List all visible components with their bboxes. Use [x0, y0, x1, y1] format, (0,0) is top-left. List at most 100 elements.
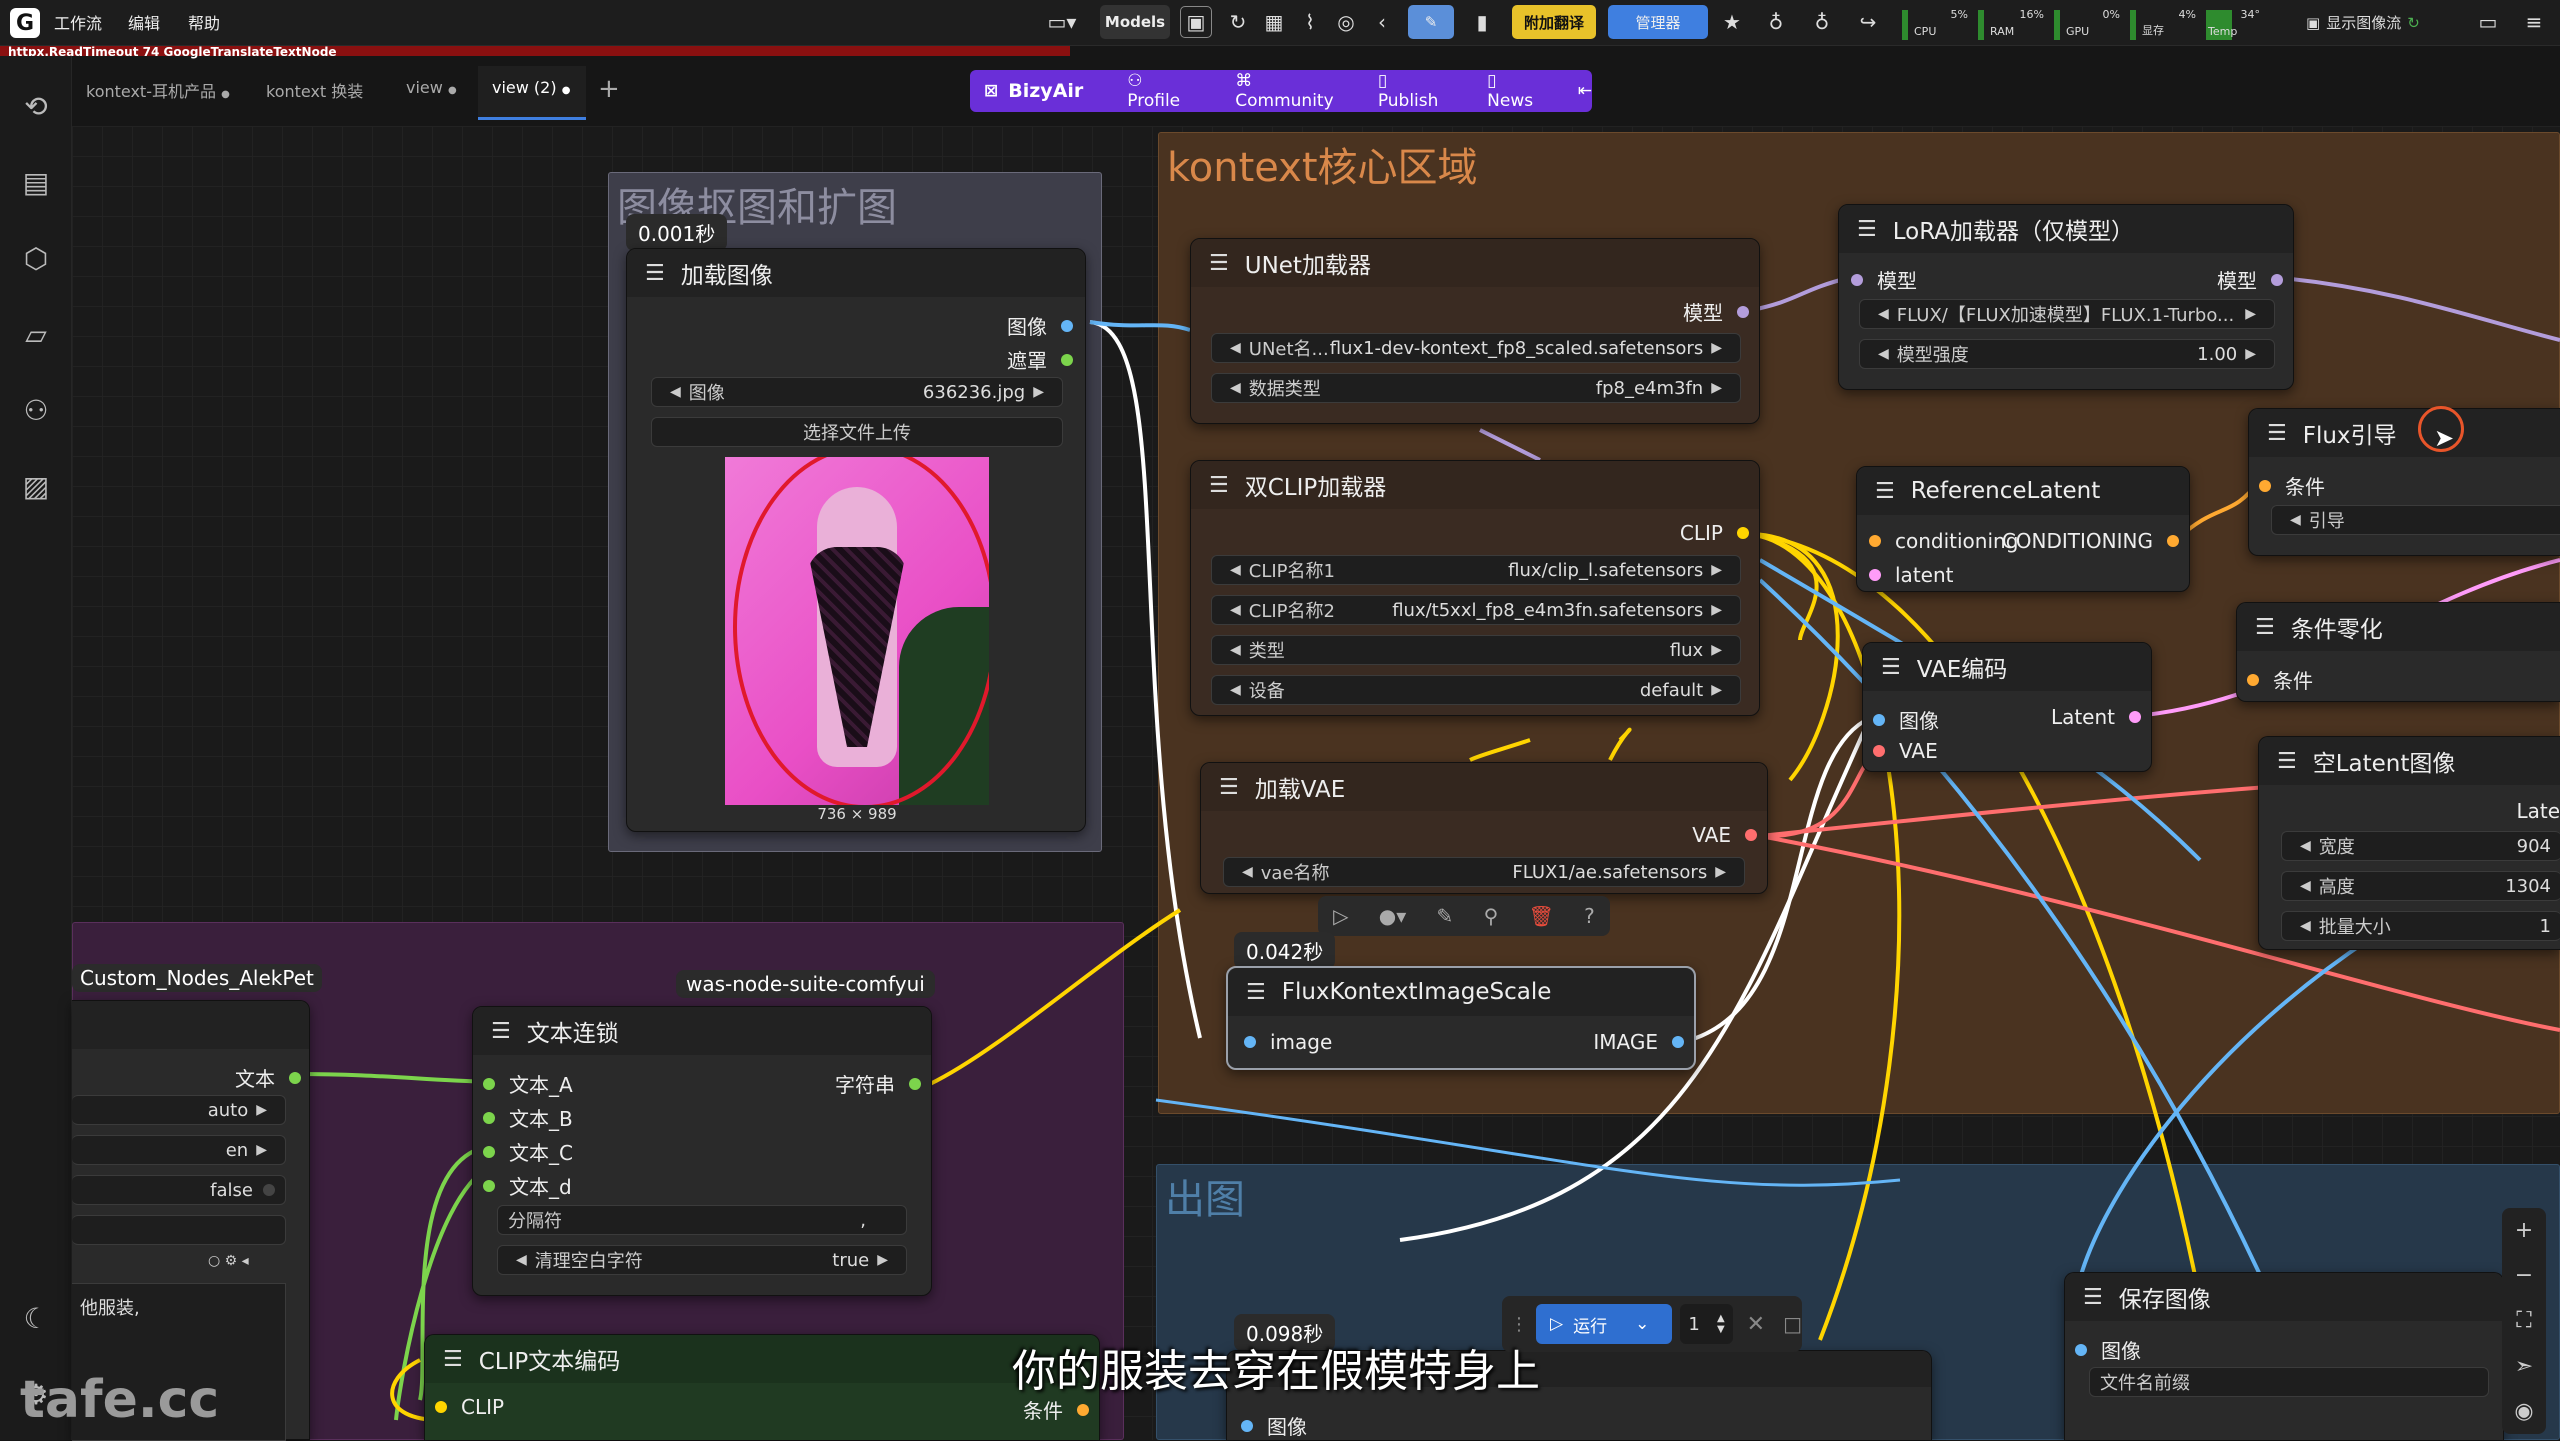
input-conditioning[interactable]: 条件	[2259, 471, 2325, 500]
pointer-mode-icon[interactable]: ➣	[2515, 1354, 2533, 1379]
filename-prefix-input[interactable]: 文件名前缀	[2089, 1367, 2489, 1397]
fit-view-icon[interactable]: ⛶	[2516, 1308, 2531, 1333]
input-image[interactable]: 图像	[1241, 1411, 1307, 1440]
source-lang-select[interactable]: auto ▶	[72, 1095, 286, 1125]
input-image[interactable]: image	[1244, 1030, 1332, 1054]
node-menu-icon[interactable]: ☰	[1246, 980, 1266, 1005]
zoom-in-icon[interactable]: +	[2515, 1218, 2533, 1243]
lora-name-select[interactable]: ◀ FLUX/【FLUX加速模型】FLUX.1-Turbo... ▶	[1859, 299, 2275, 329]
upload-button[interactable]: 选择文件上传	[651, 417, 1063, 447]
bizyair-publish-button[interactable]: ▯ Publish	[1356, 71, 1443, 111]
clean-whitespace-toggle[interactable]: ◀ 清理空白字符 true ▶	[497, 1245, 907, 1275]
manual-toggle[interactable]: false	[72, 1175, 286, 1205]
batch-count-input[interactable]: 1 ▲ ▼	[1680, 1304, 1733, 1344]
batch-size-input[interactable]: ◀ 批量大小 1	[2281, 911, 2560, 941]
input-clip[interactable]: CLIP	[435, 1395, 504, 1419]
delete-icon[interactable]: 🗑	[1529, 904, 1554, 928]
help-icon[interactable]: ?	[1584, 904, 1595, 928]
input-text-a[interactable]: 文本_A	[483, 1069, 573, 1098]
node-clip-text-encode[interactable]: ☰ CLIP文本编码 CLIP 条件	[424, 1334, 1100, 1440]
output-vae[interactable]: VAE	[1692, 823, 1757, 847]
node-conditioning-zero-out[interactable]: ☰ 条件零化 条件	[2236, 602, 2560, 702]
visibility-icon[interactable]: ◉	[2514, 1399, 2533, 1424]
strength-input[interactable]: ◀ 模型强度 1.00 ▶	[1859, 339, 2275, 369]
input-vae[interactable]: VAE	[1873, 739, 1938, 763]
output-mask[interactable]: 遮罩	[1007, 345, 1073, 374]
stop-icon[interactable]: □	[1783, 1312, 1802, 1336]
text-field-empty[interactable]	[72, 1215, 286, 1245]
guidance-input[interactable]: ◀ 引导	[2271, 505, 2560, 535]
bizyair-profile-button[interactable]: ⚇ Profile	[1105, 71, 1191, 111]
clip-type-select[interactable]: ◀ 类型 flux ▶	[1211, 635, 1741, 665]
node-reference-latent[interactable]: ☰ ReferenceLatent conditioning CONDITIONI…	[1856, 466, 2190, 592]
output-conditioning[interactable]: 条件	[1023, 1395, 1089, 1424]
input-text-c[interactable]: 文本_C	[483, 1137, 573, 1166]
node-unet-loader[interactable]: ☰ UNet加载器 模型 ◀ UNet名... flux1-dev-kontext_f…	[1190, 238, 1760, 424]
output-text[interactable]: 文本	[235, 1063, 301, 1092]
vae-name-select[interactable]: ◀ vae名称 FLUX1/ae.safetensors ▶	[1223, 857, 1745, 887]
bizyair-brand[interactable]: BizyAir	[1008, 80, 1083, 102]
node-menu-icon[interactable]: ☰	[2255, 615, 2275, 640]
output-image[interactable]: IMAGE	[1593, 1030, 1684, 1054]
width-input[interactable]: ◀ 宽度 904	[2281, 831, 2560, 861]
image-select[interactable]: ◀ 图像 636236.jpg ▶	[651, 377, 1063, 407]
stepper-icon[interactable]: ▲ ▼	[1717, 1313, 1725, 1335]
node-dual-clip-loader[interactable]: ☰ 双CLIP加载器 CLIP ◀ CLIP名称1 flux/clip_l.safet…	[1190, 460, 1760, 716]
bizyair-community-button[interactable]: ⌘ Community	[1213, 71, 1334, 111]
bizyair-news-button[interactable]: ▯ News	[1465, 71, 1542, 111]
node-load-vae[interactable]: ☰ 加载VAE VAE ◀ vae名称 FLUX1/ae.safetensors ▶	[1200, 762, 1768, 894]
input-latent[interactable]: latent	[1869, 563, 1953, 587]
bookmark-icon[interactable]: ⚲	[1484, 904, 1499, 928]
output-model[interactable]: 模型	[2217, 265, 2283, 294]
output-image[interactable]: 图像	[1007, 311, 1073, 340]
output-conditioning[interactable]: CONDITIONING	[2002, 529, 2179, 553]
node-vae-encode[interactable]: ☰ VAE编码 图像 Latent VAE	[1862, 642, 2152, 772]
target-lang-select[interactable]: en ▶	[72, 1135, 286, 1165]
unet-name-select[interactable]: ◀ UNet名... flux1-dev-kontext_fp8_scaled.sa…	[1211, 333, 1741, 363]
clip-name-2-select[interactable]: ◀ CLIP名称2 flux/t5xxl_fp8_e4m3fn.safetensor…	[1211, 595, 1741, 625]
clip-name-1-select[interactable]: ◀ CLIP名称1 flux/clip_l.safetensors ▶	[1211, 555, 1741, 585]
delimiter-input[interactable]: 分隔符,	[497, 1205, 907, 1235]
node-menu-icon[interactable]: ☰	[1881, 655, 1901, 680]
output-string[interactable]: 字符串	[835, 1069, 921, 1098]
node-menu-icon[interactable]: ☰	[645, 261, 665, 286]
node-lora-loader[interactable]: ☰ LoRA加载器（仅模型） 模型 模型 ◀ FLUX/【FLUX加速模型】FLUX…	[1838, 204, 2294, 390]
cancel-icon[interactable]: ✕	[1747, 1312, 1765, 1337]
weight-dtype-select[interactable]: ◀ 数据类型 fp8_e4m3fn ▶	[1211, 373, 1741, 403]
collapse-icon[interactable]: ⇤	[1578, 81, 1592, 101]
node-text-concatenate[interactable]: ☰ 文本连锁 文本_A 字符串 文本_B 文本_C 文本_d 分隔符, ◀ 清理空白…	[472, 1006, 932, 1296]
node-menu-icon[interactable]: ☰	[1219, 775, 1239, 800]
output-model[interactable]: 模型	[1683, 297, 1749, 326]
output-clip[interactable]: CLIP	[1680, 521, 1749, 545]
node-menu-icon[interactable]: ☰	[2083, 1285, 2103, 1310]
node-flux-kontext-image-scale[interactable]: ☰ FluxKontextImageScale image IMAGE	[1226, 966, 1696, 1070]
drag-handle-icon[interactable]: ⋮	[1510, 1314, 1528, 1335]
node-menu-icon[interactable]: ☰	[1209, 251, 1229, 276]
zoom-out-icon[interactable]: −	[2515, 1263, 2533, 1288]
output-latent[interactable]: Latent	[2051, 705, 2141, 729]
play-icon[interactable]: ▷	[1333, 904, 1348, 928]
node-flux-guidance[interactable]: ☰ Flux引导 条件 ◀ 引导	[2248, 408, 2560, 556]
input-conditioning[interactable]: 条件	[2247, 665, 2313, 694]
input-text-b[interactable]: 文本_B	[483, 1103, 573, 1132]
node-menu-icon[interactable]: ☰	[443, 1347, 463, 1372]
input-conditioning[interactable]: conditioning	[1869, 529, 2018, 553]
node-load-image[interactable]: ☰ 加载图像 图像 遮罩 ◀ 图像 636236.jpg ▶ 选择文件上传 736 × …	[626, 248, 1086, 832]
input-image[interactable]: 图像	[2075, 1335, 2141, 1364]
node-menu-icon[interactable]: ☰	[491, 1019, 511, 1044]
node-menu-icon[interactable]: ☰	[2267, 421, 2287, 446]
color-picker-icon[interactable]: ●▾	[1379, 904, 1407, 928]
node-menu-icon[interactable]: ☰	[1209, 473, 1229, 498]
input-model[interactable]: 模型	[1851, 265, 1917, 294]
node-menu-icon[interactable]: ☰	[1857, 217, 1877, 242]
node-save-image[interactable]: ☰ 保存图像 图像 文件名前缀	[2064, 1272, 2504, 1440]
pin-icon[interactable]: ✎	[1437, 904, 1454, 928]
node-menu-icon[interactable]: ☰	[1875, 479, 1895, 504]
input-image[interactable]: 图像	[1873, 705, 1939, 734]
input-text-d[interactable]: 文本_d	[483, 1171, 572, 1200]
height-input[interactable]: ◀ 高度 1304	[2281, 871, 2560, 901]
output-latent[interactable]: Late	[2516, 799, 2560, 823]
device-select[interactable]: ◀ 设备 default ▶	[1211, 675, 1741, 705]
node-empty-latent-image[interactable]: ☰ 空Latent图像 Late ◀ 宽度 904 ◀ 高度 1304 ◀ 批量大小 1	[2258, 736, 2560, 950]
run-button[interactable]: ▷ 运行 ⌄	[1536, 1304, 1673, 1344]
